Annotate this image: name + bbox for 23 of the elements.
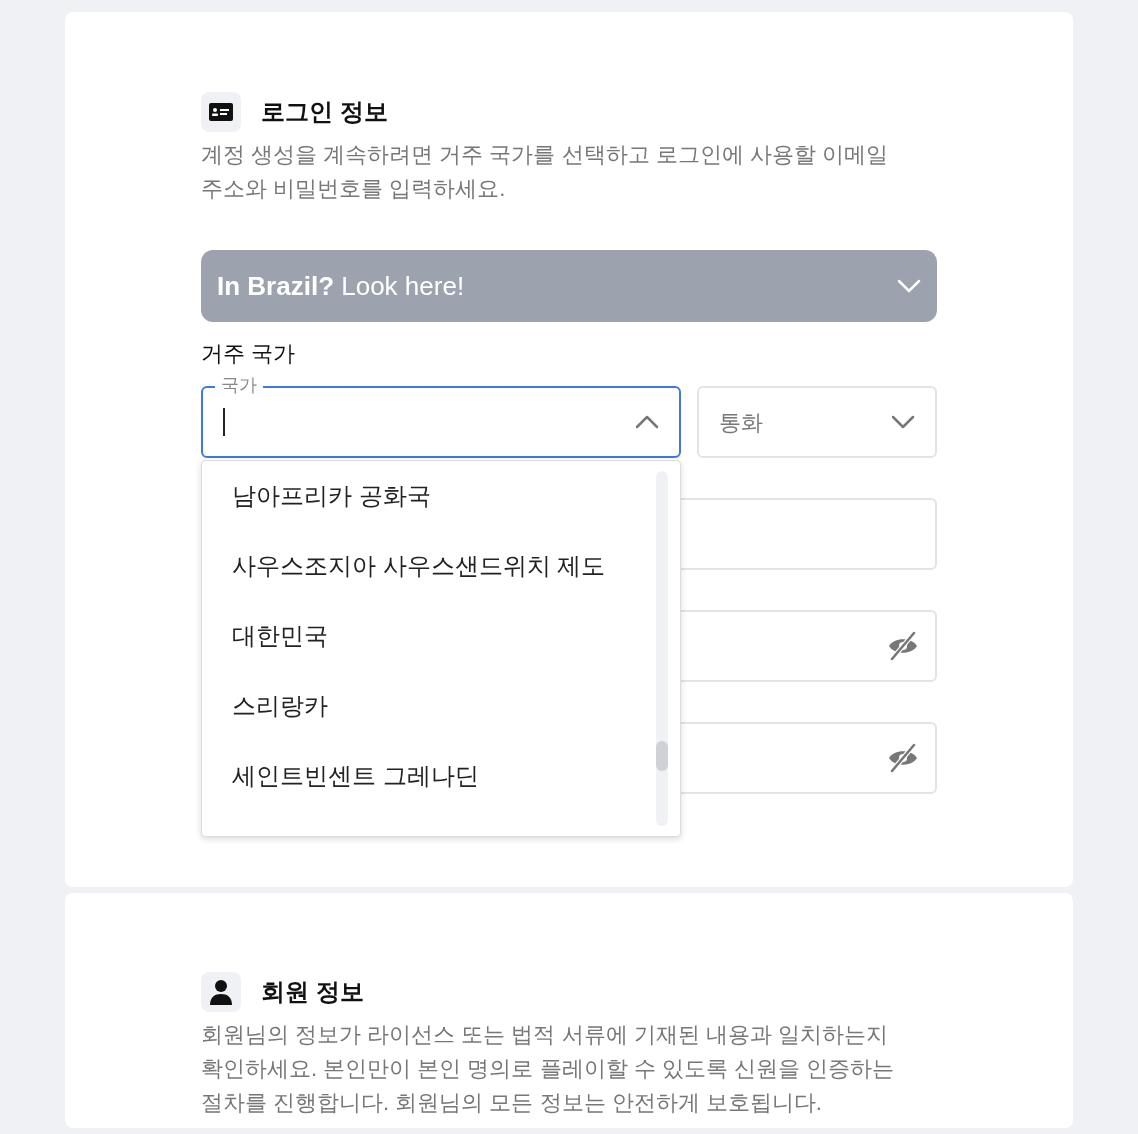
scrollbar-thumb[interactable] xyxy=(656,741,668,771)
section-title: 로그인 정보 xyxy=(261,97,388,127)
scrollbar[interactable] xyxy=(656,471,668,826)
currency-select[interactable]: 통화 xyxy=(697,386,937,458)
dropdown-option[interactable]: 세인트빈센트 그레나딘 xyxy=(232,741,656,811)
chevron-down-icon xyxy=(891,415,915,429)
id-card-icon xyxy=(201,92,241,132)
eye-slash-icon[interactable] xyxy=(887,631,919,661)
text-cursor xyxy=(223,408,225,436)
placeholder-text: 통화 xyxy=(719,408,763,437)
section-description: 계정 생성을 계속하려면 거주 국가를 선택하고 로그인에 사용할 이메일 주소와 비밀번호를 입력하세요. xyxy=(201,141,889,203)
eye-slash-icon[interactable] xyxy=(887,743,919,773)
dropdown-option[interactable]: 남아프리카 공화국 xyxy=(232,461,656,531)
dropdown-option[interactable]: 대한민국 xyxy=(232,601,656,671)
section-description: 회원님의 정보가 라이선스 또는 법적 서류에 기재된 내용과 일치하는지 확인하세요. 본인만이 본인 명의로 플레이할 수 있도록 신원을 인증하는 절차를 진행합니다. 회원님의 모든 정보는 안전하게 보호됩니다. xyxy=(201,1021,895,1117)
chevron-up-icon xyxy=(635,415,659,429)
chevron-icon xyxy=(897,279,921,293)
person-icon xyxy=(201,972,241,1012)
floating-label: 국가 xyxy=(215,374,263,396)
field-label: 거주 국가 xyxy=(201,340,297,368)
dropdown-option[interactable]: 사우스조지아 사우스샌드위치 제도 xyxy=(232,531,656,601)
section-title: 회원 정보 xyxy=(261,977,364,1007)
dropdown-option[interactable]: 스리랑카 xyxy=(232,671,656,741)
